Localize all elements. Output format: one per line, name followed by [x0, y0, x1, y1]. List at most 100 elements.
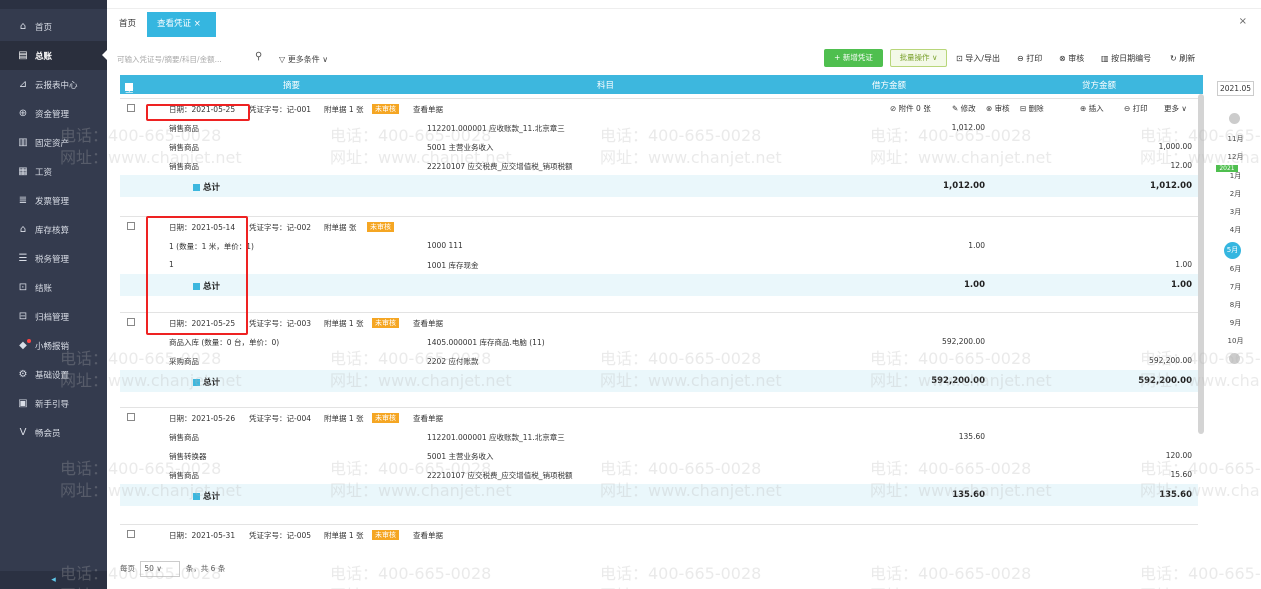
more-filter-button[interactable]: ▽ 更多条件 ∨ — [279, 52, 328, 68]
sidebar-item[interactable]: ▤ 总账 — [0, 41, 107, 70]
entry-row[interactable]: 1 1001 库存现金 1.00 — [120, 255, 1198, 274]
entry-summary: 商品入库 (数量：0 台，单价：0) — [169, 338, 280, 347]
scroll-down-icon[interactable] — [1229, 353, 1240, 364]
renumber-by-date-button[interactable]: ▥ 按日期编号 — [1101, 53, 1151, 64]
month-item[interactable]: 12月 — [1210, 152, 1261, 162]
per-page-label: 每页 — [120, 564, 135, 573]
tab-home[interactable]: 首页 — [109, 12, 146, 37]
highlight-date-box — [146, 104, 250, 121]
sidebar-item[interactable]: ▦ 工资 — [0, 157, 107, 186]
sidebar-item[interactable]: ⊟ 归档管理 — [0, 302, 107, 331]
month-item[interactable]: 3月 — [1210, 207, 1261, 217]
entry-row[interactable]: 销售转换器 5001 主营业务收入 120.00 — [120, 446, 1198, 465]
sidebar-item[interactable]: V 畅会员 — [0, 418, 107, 447]
month-item[interactable]: 9月 — [1210, 318, 1261, 328]
entry-row[interactable]: 1 (数量：1 米，单价：1) 1000 111 1.00 — [120, 236, 1198, 255]
sidebar-item[interactable]: ◆ 小畅报销 — [0, 331, 107, 360]
sidebar-item[interactable]: ⊡ 结账 — [0, 273, 107, 302]
sidebar-item[interactable]: ⊕ 资金管理 — [0, 99, 107, 128]
voucher-checkbox[interactable] — [127, 318, 135, 326]
view-documents-link[interactable]: 查看单据 — [413, 318, 443, 329]
view-documents-link[interactable]: 查看单据 — [413, 530, 443, 541]
sidebar-item[interactable]: ⌂ 首页 — [0, 12, 107, 41]
page-size-select[interactable]: 50 ∨ — [140, 561, 181, 577]
total-credit: 1.00 — [1171, 280, 1192, 290]
view-documents-link[interactable]: 查看单据 — [413, 104, 443, 115]
entry-account: 1001 库存现金 — [427, 261, 479, 270]
import-export-button[interactable]: ⊡ 导入/导出 — [956, 53, 1000, 64]
entry-row[interactable]: 采购商品 2202 应付账款 592,200.00 — [120, 351, 1198, 370]
voucher-checkbox[interactable] — [127, 222, 135, 230]
voucher-action-button[interactable]: ⊟ 删除 — [1020, 103, 1044, 114]
refresh-button[interactable]: ↻ 刷新 — [1170, 53, 1195, 64]
voucher-action-button[interactable]: ⊖ 打印 — [1124, 103, 1148, 114]
sidebar-item[interactable]: ⊿ 云报表中心 — [0, 70, 107, 99]
month-item[interactable]: 4月 — [1210, 225, 1261, 235]
review-button[interactable]: ⊗ 审核 — [1059, 53, 1084, 64]
voucher-checkbox[interactable] — [127, 413, 135, 421]
sidebar-item[interactable]: ▣ 新手引导 — [0, 389, 107, 418]
month-item[interactable]: 5月 — [1224, 242, 1241, 259]
period-select[interactable]: 2021.05 — [1217, 81, 1254, 96]
column-account: 科目 — [597, 81, 615, 91]
month-item[interactable]: 7月 — [1210, 282, 1261, 292]
month-item[interactable]: 11月 — [1210, 134, 1261, 144]
entry-summary: 销售转换器 — [169, 452, 207, 461]
voucher-number: 凭证字号：记-001 — [249, 105, 312, 114]
voucher-action-button[interactable]: ⊘ 附件 0 张 — [890, 103, 931, 114]
sidebar-item[interactable]: ⚙ 基础设置 — [0, 360, 107, 389]
batch-operation-button[interactable]: 批量操作 ∨ — [890, 49, 947, 67]
attachment-count: 附单据 1 张 — [324, 414, 364, 423]
sidebar-item-label: 归档管理 — [35, 312, 70, 323]
total-label: 总计 — [193, 376, 220, 388]
voucher-action-button[interactable]: 更多 ∨ — [1164, 103, 1187, 114]
voucher-block: 日期：2021-05-31 凭证字号：记-005 附单据 1 张未审核 查看单据 — [120, 524, 1198, 544]
month-item[interactable]: 2月 — [1210, 189, 1261, 199]
sum-icon — [193, 184, 200, 191]
sidebar-item-label: 资金管理 — [35, 109, 70, 120]
entry-credit: 12.00 — [1170, 161, 1192, 170]
view-documents-link[interactable]: 查看单据 — [413, 413, 443, 424]
total-count-label: 条，共 6 条 — [185, 564, 226, 573]
entry-row[interactable]: 销售商品 5001 主营业务收入 1,000.00 — [120, 137, 1198, 156]
search-input[interactable]: 可输入凭证号/摘要/科目/金额... — [117, 52, 267, 68]
entry-account: 112201.000001 应收账款_11.北京章三 — [427, 433, 565, 442]
pagination: 每页 50 ∨ 条，共 6 条 — [120, 561, 225, 577]
month-item[interactable]: 8月 — [1210, 300, 1261, 310]
voucher-checkbox[interactable] — [127, 530, 135, 538]
voucher-header: 日期：2021-05-26 凭证字号：记-004 附单据 1 张未审核 查看单据 — [120, 407, 1198, 427]
entry-row[interactable]: 销售商品 112201.000001 应收账款_11.北京章三 135.60 — [120, 427, 1198, 446]
entry-row[interactable]: 销售商品 22210107 应交税费_应交增值税_销项税额 12.00 — [120, 156, 1198, 175]
voucher-action-button[interactable]: ✎ 修改 — [952, 103, 976, 114]
new-voucher-button[interactable]: + 新增凭证 — [824, 49, 883, 67]
close-tabs-icon[interactable]: × — [1239, 16, 1247, 27]
column-summary: 摘要 — [283, 81, 301, 91]
entry-credit: 592,200.00 — [1149, 356, 1192, 365]
entry-credit: 120.00 — [1165, 451, 1192, 460]
voucher-header: 日期：2021-05-31 凭证字号：记-005 附单据 1 张未审核 查看单据 — [120, 524, 1198, 544]
search-icon[interactable]: ⚲ — [255, 51, 262, 62]
entry-row[interactable]: 商品入库 (数量：0 台，单价：0) 1405.000001 库存商品.电脑 (1… — [120, 332, 1198, 351]
status-badge: 未审核 — [367, 222, 394, 232]
voucher-action-button[interactable]: ⊗ 审核 — [986, 103, 1010, 114]
scroll-up-icon[interactable] — [1229, 113, 1240, 124]
sidebar-item[interactable]: ⌂ 库存核算 — [0, 215, 107, 244]
collapse-sidebar-icon[interactable]: ◂ — [0, 571, 107, 589]
print-button[interactable]: ⊖ 打印 — [1017, 53, 1042, 64]
month-item[interactable]: 1月 — [1210, 171, 1261, 181]
vertical-scrollbar[interactable] — [1198, 94, 1204, 434]
sidebar-item[interactable]: ▥ 固定资产 — [0, 128, 107, 157]
tab-view-voucher[interactable]: 查看凭证 × — [147, 12, 216, 37]
month-item[interactable]: 6月 — [1210, 264, 1261, 274]
sidebar-item[interactable]: ☰ 税务管理 — [0, 244, 107, 273]
entry-debit: 1,012.00 — [951, 123, 985, 132]
month-item[interactable]: 10月 — [1210, 336, 1261, 346]
voucher-action-button[interactable]: ⊕ 插入 — [1080, 103, 1104, 114]
sidebar-item-label: 总账 — [35, 51, 53, 62]
grid-header: 全选 摘要 科目 借方金额 贷方金额 — [120, 75, 1203, 107]
watermark-site: 网址：www.chanjet.net — [870, 582, 1052, 589]
sidebar-item[interactable]: ≣ 发票管理 — [0, 186, 107, 215]
voucher-checkbox[interactable] — [127, 104, 135, 112]
entry-row[interactable]: 销售商品 112201.000001 应收账款_11.北京章三 1,012.00 — [120, 118, 1198, 137]
entry-row[interactable]: 销售商品 22210107 应交税费_应交增值税_销项税额 15.60 — [120, 465, 1198, 484]
